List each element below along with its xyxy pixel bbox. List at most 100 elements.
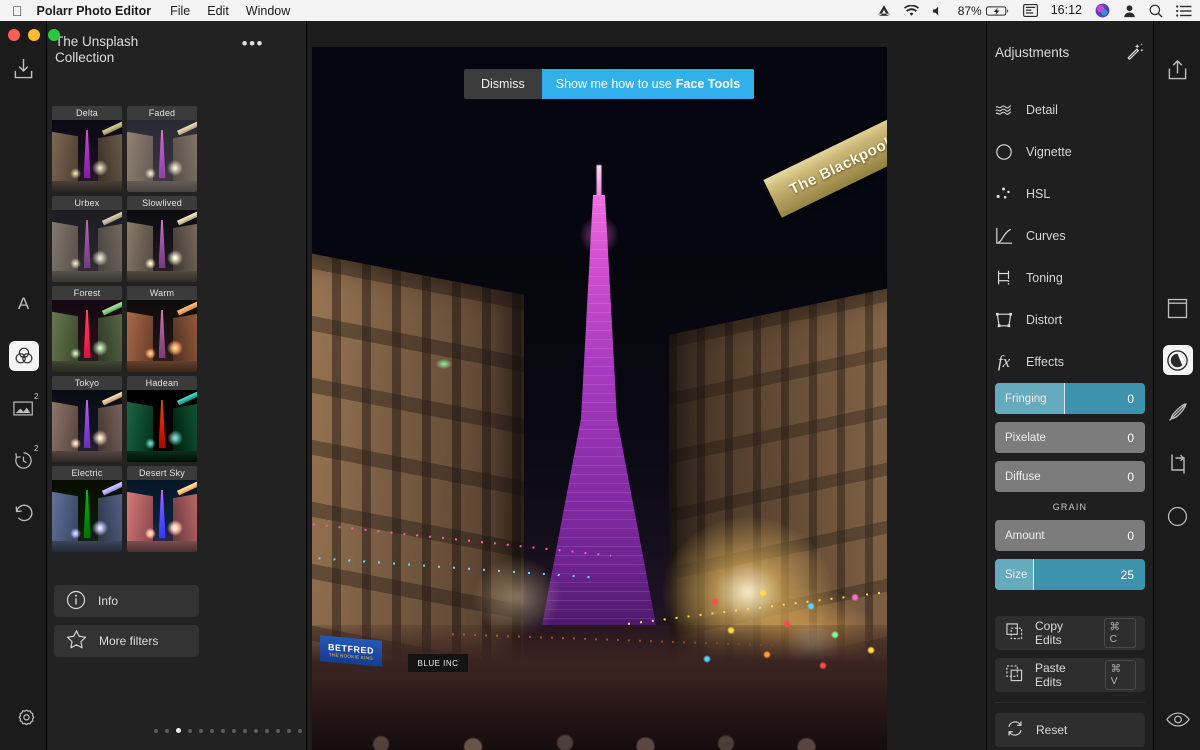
drive-icon[interactable] <box>877 4 891 17</box>
filter-item[interactable]: Faded <box>127 106 197 192</box>
import-button[interactable] <box>8 53 38 83</box>
filter-thumbnail[interactable] <box>52 120 122 192</box>
filter-thumbnail[interactable] <box>127 210 197 282</box>
page-dot[interactable] <box>243 728 247 733</box>
reset-button[interactable]: Reset <box>995 713 1145 747</box>
filter-item[interactable]: Urbex <box>52 196 122 282</box>
adjustment-vignette[interactable]: Vignette <box>987 131 1153 173</box>
filter-thumbnail[interactable] <box>127 480 197 552</box>
curve-icon <box>995 227 1013 245</box>
sidebar-item-undo[interactable] <box>9 497 39 527</box>
adjustment-distort[interactable]: Distort <box>987 299 1153 341</box>
slider-fringing[interactable]: Fringing 0 <box>995 383 1145 414</box>
menu-window[interactable]: Window <box>246 4 290 18</box>
tab-crop[interactable] <box>1163 449 1193 479</box>
edited-photo[interactable]: The Blackpool BETFRED THE BOOKIE KING BL… <box>312 47 887 750</box>
adjustment-detail[interactable]: Detail <box>987 89 1153 131</box>
toning-icon <box>995 269 1013 287</box>
battery-status[interactable]: 87% <box>958 5 1010 17</box>
page-dot[interactable] <box>221 728 225 733</box>
page-dot[interactable] <box>188 728 192 733</box>
siri-icon[interactable] <box>1095 3 1110 18</box>
slider-amount[interactable]: Amount 0 <box>995 520 1145 551</box>
search-icon[interactable] <box>1149 4 1163 18</box>
tab-adjust[interactable] <box>1162 345 1193 375</box>
page-dot[interactable] <box>287 728 291 733</box>
close-button[interactable] <box>8 29 20 41</box>
apple-logo-icon[interactable]:  <box>12 4 23 18</box>
page-dot[interactable] <box>210 728 214 733</box>
slider-label: Diffuse <box>1005 470 1041 483</box>
slider-handle[interactable] <box>1064 383 1065 414</box>
filter-thumbnail[interactable] <box>52 300 122 372</box>
slider-diffuse[interactable]: Diffuse 0 <box>995 461 1145 492</box>
filter-item[interactable]: Slowlived <box>127 196 197 282</box>
adjustment-toning[interactable]: Toning <box>987 257 1153 299</box>
export-button[interactable] <box>1162 54 1192 84</box>
user-icon[interactable] <box>1123 4 1136 18</box>
page-dot[interactable] <box>298 728 302 733</box>
list-icon[interactable] <box>1176 4 1192 17</box>
filter-thumbnail[interactable] <box>52 480 122 552</box>
slider-pixelate[interactable]: Pixelate 0 <box>995 422 1145 453</box>
page-dot[interactable] <box>265 728 269 733</box>
tab-face[interactable] <box>1163 501 1193 531</box>
page-dot[interactable] <box>254 728 258 733</box>
tab-brush[interactable] <box>1163 397 1193 427</box>
filter-item[interactable]: Electric <box>52 466 122 552</box>
filter-item[interactable]: Tokyo <box>52 376 122 462</box>
adjustment-hsl[interactable]: HSL <box>987 173 1153 215</box>
more-filters-button[interactable]: More filters <box>54 625 199 657</box>
filter-item[interactable]: Hadean <box>127 376 197 462</box>
filter-item[interactable]: Warm <box>127 286 197 372</box>
zoom-button[interactable] <box>48 29 60 41</box>
filter-thumbnail[interactable] <box>127 120 197 192</box>
page-dot[interactable] <box>176 728 181 733</box>
right-tool-group <box>1154 293 1200 531</box>
slider-handle[interactable] <box>1032 559 1034 590</box>
wifi-icon[interactable] <box>903 4 919 17</box>
page-dot[interactable] <box>199 728 203 733</box>
adjustment-curves[interactable]: Curves <box>987 215 1153 257</box>
tab-frame[interactable] <box>1163 293 1193 323</box>
filter-item[interactable]: Delta <box>52 106 122 192</box>
dismiss-button[interactable]: Dismiss <box>464 69 542 99</box>
menu-app-name[interactable]: Polarr Photo Editor <box>37 4 152 18</box>
paste-edits-label: Paste Edits <box>1035 661 1066 689</box>
volume-icon[interactable] <box>932 5 945 17</box>
sidebar-item-text[interactable]: A <box>9 289 39 319</box>
slider-label: Pixelate <box>1005 431 1046 444</box>
sidebar-item-photos[interactable]: 2 <box>9 392 39 423</box>
copy-edits-label: Copy Edits <box>1035 619 1064 647</box>
sidebar-item-filters[interactable] <box>8 341 39 371</box>
settings-button[interactable] <box>11 704 41 734</box>
filter-item[interactable]: Forest <box>52 286 122 372</box>
show-face-tools-button[interactable]: Show me how to use Face Tools <box>541 69 755 99</box>
filter-name: Urbex <box>52 196 122 210</box>
page-dot[interactable] <box>232 728 236 733</box>
filter-thumbnail[interactable] <box>52 390 122 462</box>
filter-item[interactable]: Desert Sky <box>127 466 197 552</box>
copy-edits-button[interactable]: Copy Edits ⌘ C <box>995 616 1145 650</box>
page-dot[interactable] <box>276 728 280 733</box>
menu-edit[interactable]: Edit <box>207 4 229 18</box>
filter-thumbnail[interactable] <box>127 300 197 372</box>
paste-edits-button[interactable]: Paste Edits ⌘ V <box>995 658 1145 692</box>
adjustment-effects[interactable]: fx Effects <box>987 341 1153 383</box>
slider-size[interactable]: Size 25 <box>995 559 1145 590</box>
filter-name: Tokyo <box>52 376 122 390</box>
sidebar-item-history[interactable]: 2 <box>9 444 39 475</box>
info-button[interactable]: Info <box>54 585 199 617</box>
clock-time[interactable]: 16:12 <box>1051 4 1082 17</box>
calendar-icon[interactable] <box>1022 4 1038 17</box>
page-dot[interactable] <box>165 728 169 733</box>
menu-file[interactable]: File <box>170 4 190 18</box>
page-dot[interactable] <box>154 728 158 733</box>
filter-thumbnail[interactable] <box>127 390 197 462</box>
photo-canvas[interactable]: The Blackpool BETFRED THE BOOKIE KING BL… <box>308 21 986 750</box>
minimize-button[interactable] <box>28 29 40 41</box>
ellipsis-icon[interactable]: ••• <box>242 34 292 52</box>
preview-toggle-button[interactable] <box>1163 704 1193 734</box>
filter-thumbnail[interactable] <box>52 210 122 282</box>
magic-wand-icon[interactable] <box>1125 41 1145 64</box>
